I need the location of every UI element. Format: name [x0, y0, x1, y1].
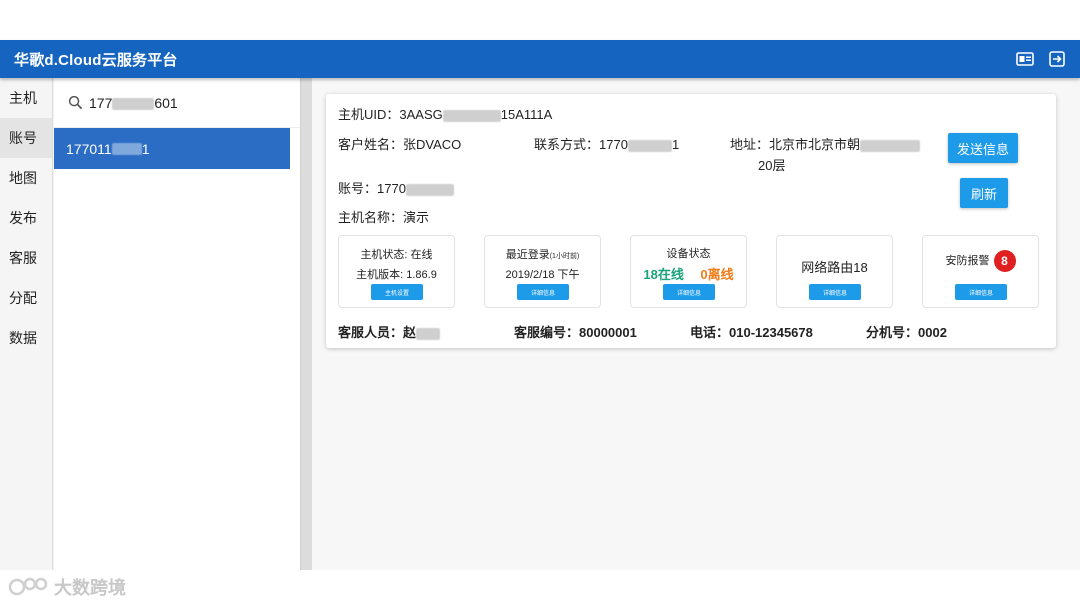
host-detail-card: 主机UID：3AASG 15A111A 客户姓名：张DVACO 联系方式：1770…: [326, 94, 1056, 348]
host-version-text: 主机版本: 1.86.9: [356, 269, 437, 281]
online-count: 18在线: [643, 267, 684, 282]
last-login-title: 最近登录(1小时前): [485, 246, 600, 262]
host-status-tile: 主机状态: 在线 主机版本: 1.86.9 主机设置: [338, 235, 455, 308]
device-status-title: 设备状态: [666, 248, 711, 260]
alarm-count-badge: 8: [993, 250, 1016, 272]
account-label: 账号：: [338, 181, 378, 196]
device-status-tile: 设备状态 18在线 0离线 详细信息: [630, 235, 747, 308]
last-login-tile: 最近登录(1小时前) 2019/2/18 下午 详细信息: [484, 235, 601, 308]
host-name-field: 主机名称：演示: [338, 207, 429, 226]
contact-suffix: 1: [671, 137, 680, 152]
nav-item-assign[interactable]: 分配: [0, 278, 52, 318]
contact-prefix: 1770: [599, 137, 628, 152]
search-value[interactable]: 177 601: [89, 95, 178, 111]
service-id-label: 客服编号：: [514, 325, 580, 340]
service-phone-label: 电话：: [690, 325, 730, 340]
network-route-title: 网络路由18: [801, 260, 868, 275]
security-alarm-title: 安防报警: [945, 254, 990, 267]
host-name-label: 主机名称：: [338, 210, 404, 225]
nav-item-map[interactable]: 地图: [0, 158, 52, 198]
redacted-mask: [627, 139, 672, 152]
service-phone-value: 010-12345678: [729, 325, 813, 340]
last-login-note: (1小时前): [549, 253, 580, 260]
account-field: 账号：1770: [338, 178, 454, 197]
send-info-button[interactable]: 发送信息: [948, 133, 1018, 163]
host-uid-suffix: 15A111A: [500, 107, 553, 122]
customer-name-field: 客户姓名：张DVACO: [338, 134, 461, 153]
host-settings-button[interactable]: 主机设置: [371, 284, 423, 300]
panel-divider[interactable]: [300, 78, 312, 570]
service-ext-label: 分机号：: [866, 325, 919, 340]
watermark: 大数跨境: [8, 574, 126, 600]
security-alarm-row: 安防报警 8: [923, 250, 1038, 272]
app-title: 华歌d.Cloud云服务平台: [14, 51, 178, 69]
service-staff-field: 客服人员：赵: [338, 322, 441, 341]
nav-item-service[interactable]: 客服: [0, 238, 52, 278]
host-status-text: 主机状态: 在线: [360, 249, 433, 261]
redacted-mask: [405, 183, 454, 196]
search-value-prefix: 177: [89, 94, 113, 111]
host-uid-label: 主机UID：: [338, 107, 400, 122]
last-login-label: 最近登录: [505, 249, 550, 261]
redacted-mask: [416, 327, 441, 340]
service-phone-field: 电话：010-12345678: [690, 322, 813, 341]
watermark-text: 大数跨境: [54, 578, 126, 598]
last-login-time: 2019/2/18 下午: [505, 269, 580, 281]
account-list-panel: 177 601 177011 1: [54, 78, 300, 570]
security-detail-button[interactable]: 详细信息: [955, 284, 1007, 300]
nav-item-host[interactable]: 主机: [0, 78, 52, 118]
search-value-suffix: 601: [154, 94, 178, 111]
refresh-button[interactable]: 刷新: [960, 178, 1008, 208]
watermark-logo-icon: [8, 577, 48, 596]
search-icon: [68, 95, 83, 110]
device-status-counts: 18在线 0离线: [631, 264, 746, 284]
address-field: 地址：北京市北京市朝 20层: [730, 134, 921, 174]
address-label: 地址：: [730, 137, 770, 152]
account-id-prefix: 177011: [66, 140, 112, 157]
search-bar[interactable]: 177 601: [54, 78, 300, 128]
service-staff-prefix: 赵: [403, 325, 417, 340]
title-bar-actions: [1016, 50, 1066, 68]
nav-item-publish[interactable]: 发布: [0, 198, 52, 238]
offline-count: 0离线: [700, 267, 734, 282]
service-ext-value: 0002: [918, 325, 947, 340]
title-bar: 华歌d.Cloud云服务平台: [0, 40, 1080, 78]
main-content: 主机UID：3AASG 15A111A 客户姓名：张DVACO 联系方式：1770…: [312, 78, 1080, 570]
network-route-tile: 网络路由18 详细信息: [776, 235, 893, 308]
redacted-mask: [860, 139, 921, 152]
redacted-mask: [442, 109, 501, 122]
address-line1: 北京市北京市朝: [769, 137, 861, 152]
service-staff-label: 客服人员：: [338, 325, 404, 340]
redacted-mask: [111, 142, 142, 155]
contact-field: 联系方式：1770 1: [534, 134, 679, 153]
logout-icon[interactable]: [1048, 50, 1066, 68]
address-line2: 20层: [758, 158, 786, 173]
customer-name-value: 张DVACO: [403, 137, 462, 152]
device-detail-button[interactable]: 详细信息: [663, 284, 715, 300]
host-name-value: 演示: [403, 210, 430, 225]
redacted-mask: [112, 97, 155, 110]
service-id-value: 80000001: [579, 325, 637, 340]
nav-item-data[interactable]: 数据: [0, 318, 52, 358]
nav-item-account[interactable]: 账号: [0, 118, 52, 158]
account-id-suffix: 1: [141, 140, 150, 157]
contact-label: 联系方式：: [534, 137, 600, 152]
security-alarm-tile: 安防报警 8 详细信息: [922, 235, 1039, 308]
account-list-item[interactable]: 177011 1: [54, 128, 290, 169]
id-card-icon[interactable]: [1016, 50, 1034, 68]
service-ext-field: 分机号：0002: [866, 322, 947, 341]
last-login-detail-button[interactable]: 详细信息: [517, 284, 569, 300]
side-nav: 主机 账号 地图 发布 客服 分配 数据: [0, 78, 53, 570]
customer-name-label: 客户姓名：: [338, 137, 404, 152]
network-detail-button[interactable]: 详细信息: [809, 284, 861, 300]
account-prefix: 1770: [377, 181, 406, 196]
host-uid-field: 主机UID：3AASG 15A111A: [338, 104, 552, 123]
service-id-field: 客服编号：80000001: [514, 322, 637, 341]
host-uid-prefix: 3AASG: [399, 107, 443, 122]
